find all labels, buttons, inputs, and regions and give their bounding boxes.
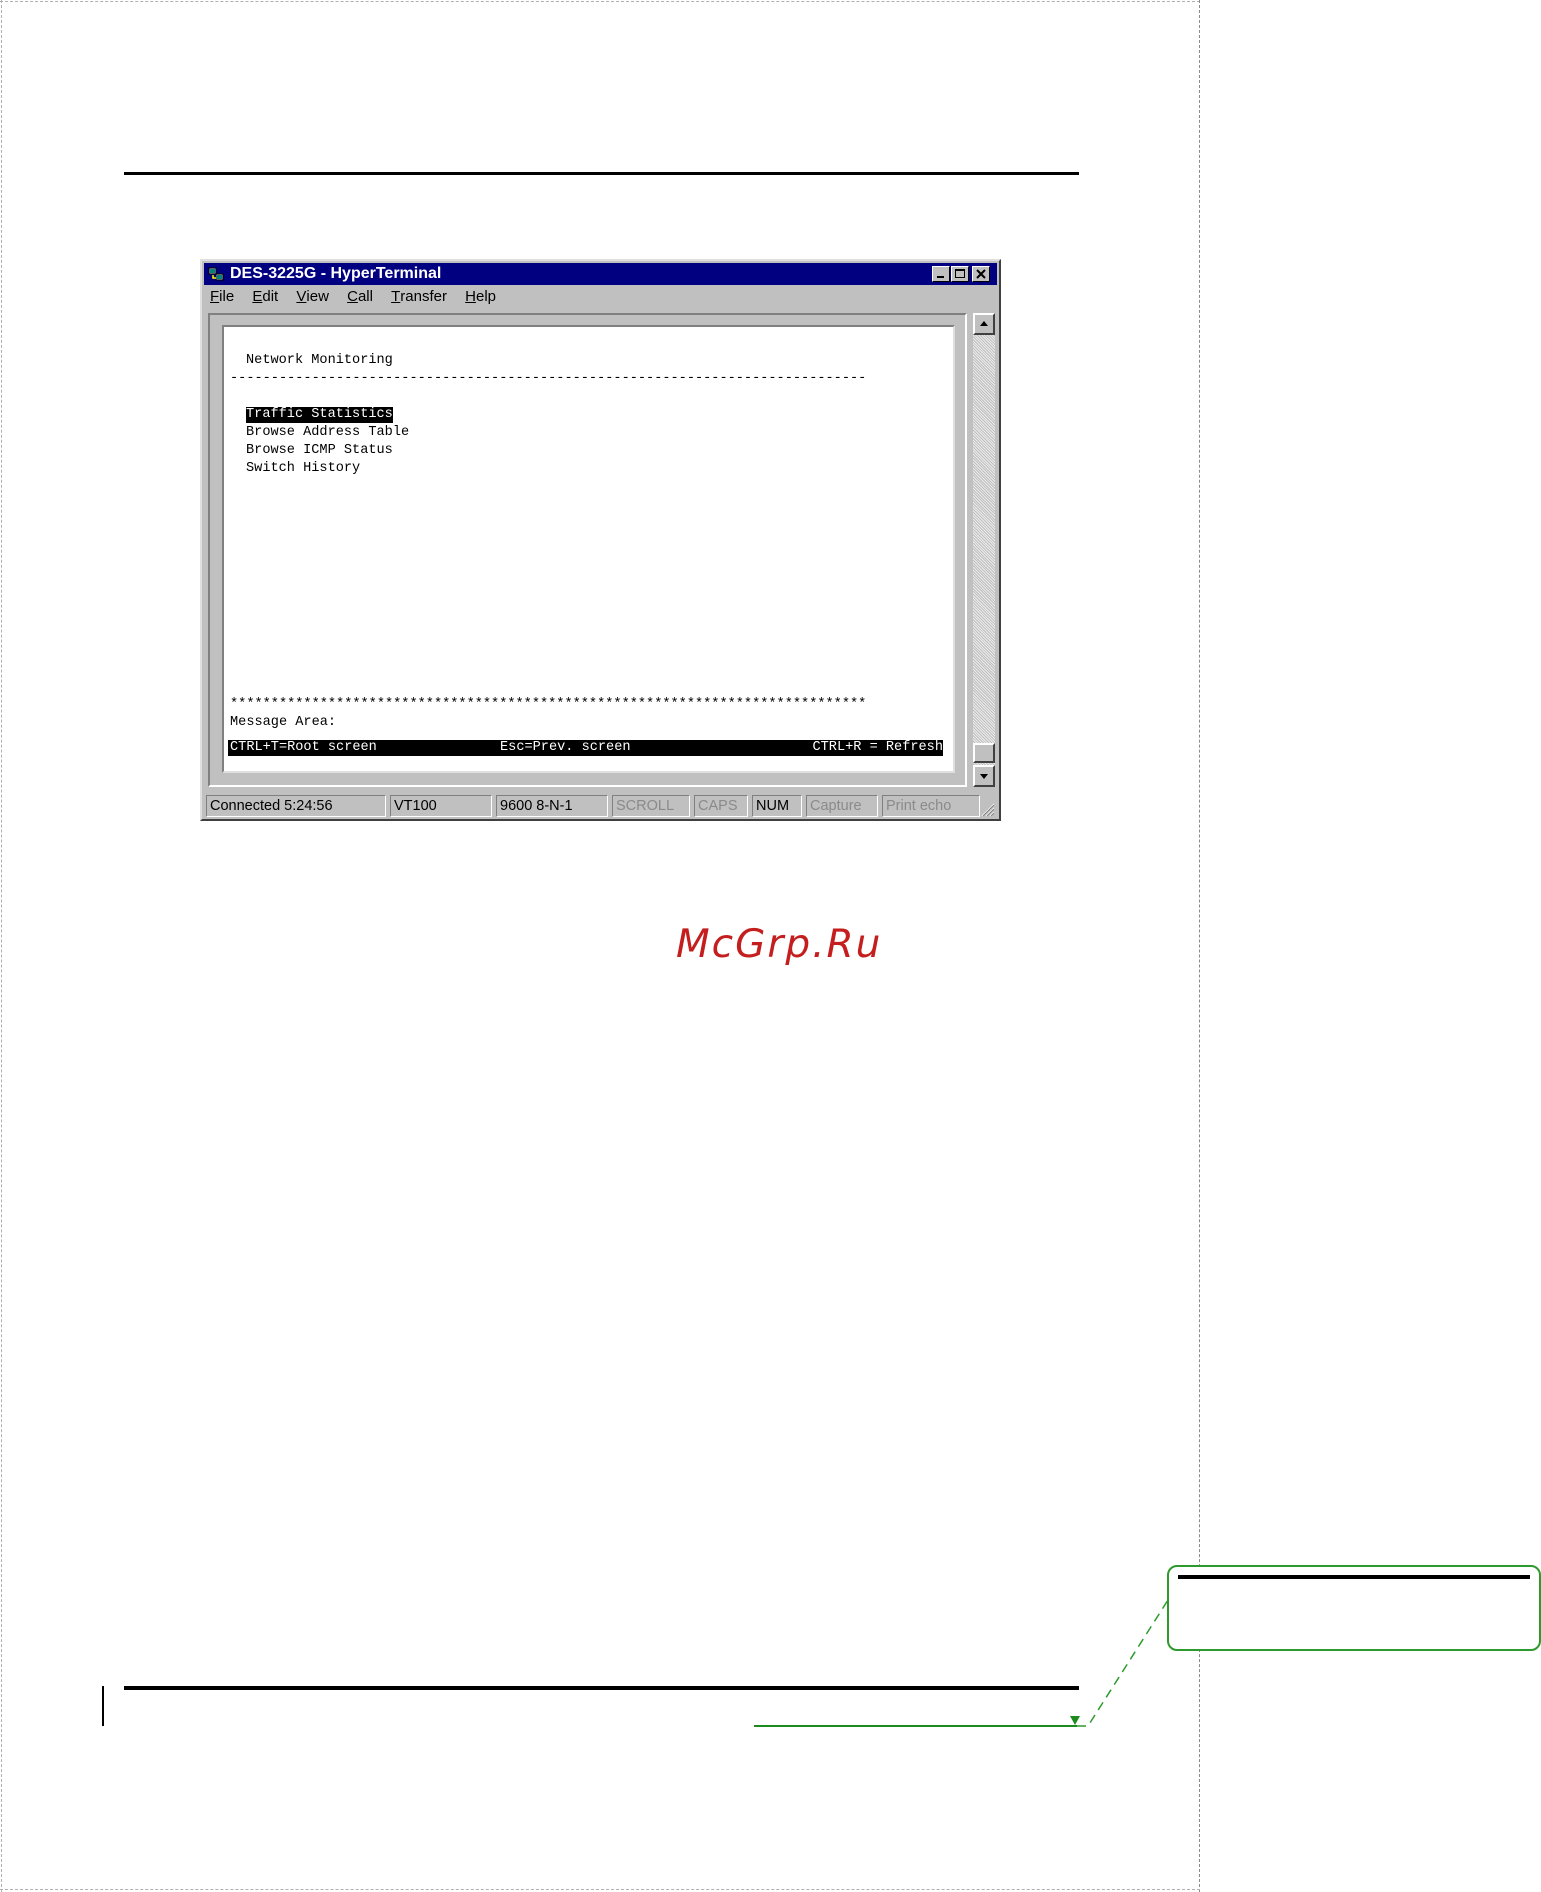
comment-balloon[interactable] [1167,1565,1541,1651]
comment-header-bar [1178,1575,1530,1579]
